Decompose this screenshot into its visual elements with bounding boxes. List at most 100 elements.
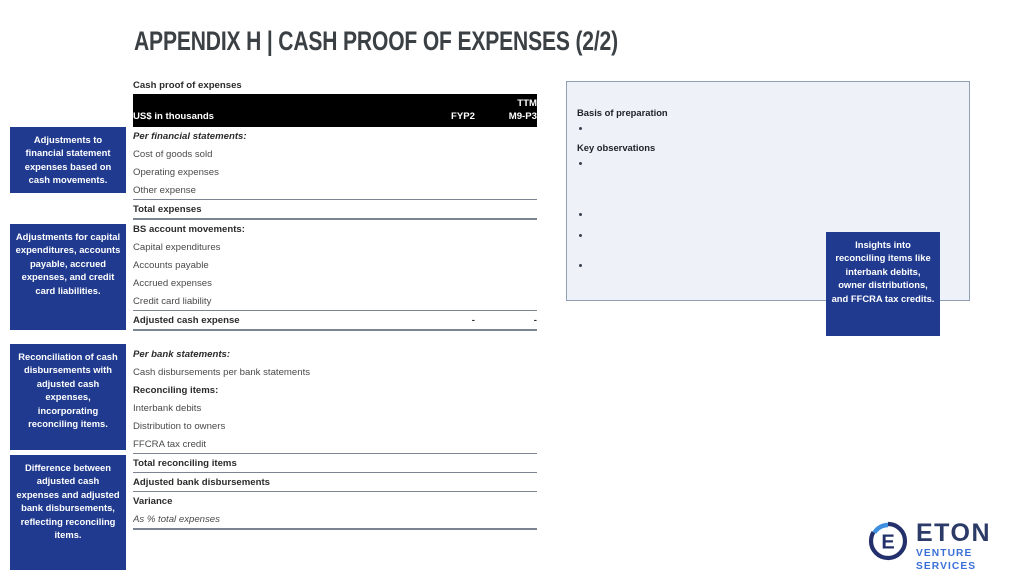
row-value-ttm-m9p3 bbox=[475, 181, 537, 200]
row-value-ttm-m9p3 bbox=[475, 453, 537, 473]
row-label: Accrued expenses bbox=[133, 277, 212, 289]
table-row: Reconciling items: bbox=[133, 381, 537, 399]
table-row: Operating expenses bbox=[133, 163, 537, 181]
header-col1-label: FYP2 bbox=[413, 110, 475, 127]
key-observations-heading: Key observations bbox=[577, 142, 656, 153]
bullet-icon-key-2 bbox=[579, 213, 582, 216]
header-blank-cell bbox=[133, 94, 413, 110]
row-value-fyp2 bbox=[413, 435, 475, 454]
table-row: FFCRA tax credit bbox=[133, 435, 537, 454]
row-value-ttm-m9p3 bbox=[475, 219, 537, 238]
header-blank-cell-2 bbox=[413, 94, 475, 110]
row-label: Total reconciling items bbox=[133, 453, 413, 473]
row-value-ttm-m9p3 bbox=[475, 127, 537, 145]
row-value-fyp2 bbox=[413, 274, 475, 292]
table-row: Total expenses bbox=[133, 199, 537, 220]
row-value-ttm-m9p3 bbox=[475, 491, 537, 510]
table-row: Accrued expenses bbox=[133, 274, 537, 292]
row-label: Operating expenses bbox=[133, 166, 219, 178]
table-caption: Cash proof of expenses bbox=[133, 80, 242, 91]
page-title: APPENDIX H | CASH PROOF OF EXPENSES (2/2… bbox=[134, 26, 618, 56]
callout-box-4: Difference between adjusted cash expense… bbox=[10, 455, 126, 570]
row-value-fyp2 bbox=[413, 345, 475, 363]
row-value-fyp2 bbox=[413, 491, 475, 510]
eton-logo: E ETON VENTURE SERVICES bbox=[866, 515, 1018, 572]
row-value-fyp2 bbox=[413, 256, 475, 274]
callout-box-5: Insights into reconciling items like int… bbox=[826, 232, 940, 336]
table-row: Variance bbox=[133, 491, 537, 510]
eton-logo-tagline: VENTURE SERVICES bbox=[916, 548, 977, 572]
row-value-fyp2 bbox=[413, 417, 475, 435]
table-spacer-cell bbox=[133, 330, 537, 345]
table-row: Interbank debits bbox=[133, 399, 537, 417]
row-value-fyp2: - bbox=[413, 310, 475, 331]
table-spacer-row bbox=[133, 330, 537, 345]
bullet-icon-key-3 bbox=[579, 234, 582, 237]
row-value-ttm-m9p3 bbox=[475, 163, 537, 181]
row-value-fyp2 bbox=[413, 399, 475, 417]
row-value-fyp2 bbox=[413, 381, 475, 399]
row-value-fyp2 bbox=[413, 472, 475, 492]
row-value-ttm-m9p3 bbox=[475, 238, 537, 256]
row-label: Credit card liability bbox=[133, 295, 212, 307]
table-body: TTM US$ in thousands FYP2 M9-P3 Per fina… bbox=[133, 94, 537, 530]
row-value-fyp2 bbox=[413, 292, 475, 311]
table-row: Per bank statements: bbox=[133, 345, 537, 363]
row-label: Other expense bbox=[133, 184, 196, 196]
header-ttm-label: TTM bbox=[475, 94, 537, 110]
table-row: Adjusted cash expense - - bbox=[133, 310, 537, 331]
row-value-ttm-m9p3 bbox=[475, 363, 537, 381]
row-label: Total expenses bbox=[133, 199, 413, 220]
bullet-icon-basis-1 bbox=[579, 127, 582, 130]
bullet-icon-key-1 bbox=[579, 162, 582, 165]
row-label: Adjusted cash expense bbox=[133, 310, 413, 331]
row-label: Distribution to owners bbox=[133, 420, 226, 432]
row-value-ttm-m9p3: - bbox=[475, 310, 537, 331]
row-label: Capital expenditures bbox=[133, 241, 221, 253]
row-value-fyp2 bbox=[413, 238, 475, 256]
header-units-label: US$ in thousands bbox=[133, 110, 413, 127]
row-value-fyp2 bbox=[413, 219, 475, 238]
row-value-ttm-m9p3 bbox=[475, 199, 537, 220]
eton-logo-letter: E bbox=[881, 532, 894, 554]
table-row: Cost of goods sold bbox=[133, 145, 537, 163]
callout-box-1: Adjustments to financial statement expen… bbox=[10, 127, 126, 193]
table-row: Distribution to owners bbox=[133, 417, 537, 435]
row-value-ttm-m9p3 bbox=[475, 510, 537, 530]
row-label: Accounts payable bbox=[133, 259, 209, 271]
row-value-ttm-m9p3 bbox=[475, 435, 537, 454]
row-label: Reconciling items: bbox=[133, 384, 219, 396]
eton-circle-mark-icon: E bbox=[866, 519, 910, 568]
cash-proof-of-expenses-table: TTM US$ in thousands FYP2 M9-P3 Per fina… bbox=[133, 94, 537, 530]
header-col2-label: M9-P3 bbox=[475, 110, 537, 127]
row-value-ttm-m9p3 bbox=[475, 472, 537, 492]
table-row: Other expense bbox=[133, 181, 537, 200]
row-label: Per financial statements: bbox=[133, 130, 247, 142]
row-value-ttm-m9p3 bbox=[475, 145, 537, 163]
table-row: Adjusted bank disbursements bbox=[133, 472, 537, 492]
row-label: Adjusted bank disbursements bbox=[133, 472, 413, 492]
table-row: As % total expenses bbox=[133, 510, 537, 530]
row-value-fyp2 bbox=[413, 510, 475, 530]
basis-of-preparation-heading: Basis of preparation bbox=[577, 107, 668, 118]
row-value-ttm-m9p3 bbox=[475, 274, 537, 292]
row-label: Interbank debits bbox=[133, 402, 202, 414]
row-label: As % total expenses bbox=[133, 510, 413, 530]
table-header-row-top: TTM bbox=[133, 94, 537, 110]
row-label: Per bank statements: bbox=[133, 348, 231, 360]
row-value-fyp2 bbox=[413, 199, 475, 220]
row-label: Cash disbursements per bank statements bbox=[133, 366, 311, 378]
table-header-row-bottom: US$ in thousands FYP2 M9-P3 bbox=[133, 110, 537, 127]
row-label: FFCRA tax credit bbox=[133, 438, 207, 450]
table-row: Per financial statements: bbox=[133, 127, 537, 145]
cash-proof-table-container: Cash proof of expenses TTM US$ in thousa… bbox=[133, 80, 537, 530]
callout-box-2: Adjustments for capital expenditures, ac… bbox=[10, 224, 126, 330]
row-value-ttm-m9p3 bbox=[475, 417, 537, 435]
row-label: BS account movements: bbox=[133, 223, 245, 235]
table-row: Total reconciling items bbox=[133, 453, 537, 473]
callout-box-3: Reconciliation of cash disbursements wit… bbox=[10, 344, 126, 450]
row-label: Cost of goods sold bbox=[133, 148, 213, 160]
table-row: Capital expenditures bbox=[133, 238, 537, 256]
row-value-ttm-m9p3 bbox=[475, 399, 537, 417]
row-value-fyp2 bbox=[413, 145, 475, 163]
